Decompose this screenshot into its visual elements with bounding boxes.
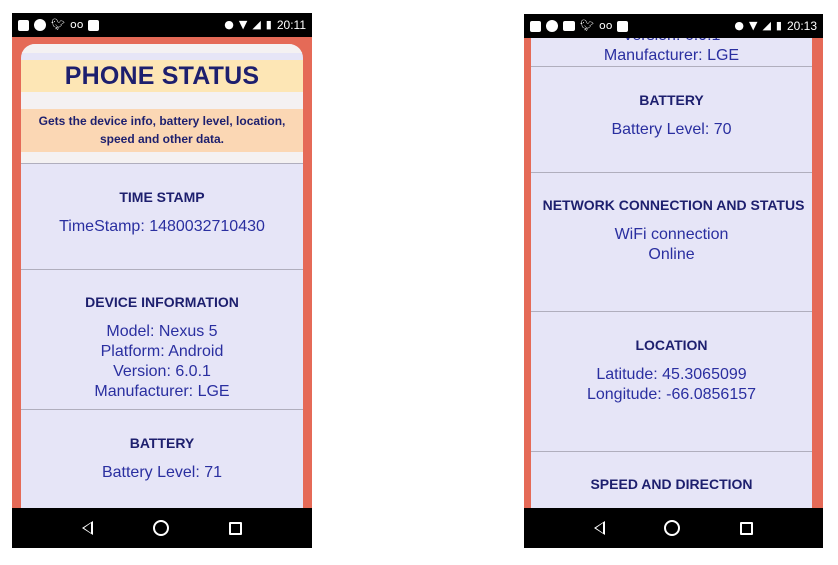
device-section-partial: Version: 6.0.1 Manufacturer: LGE xyxy=(531,38,812,66)
screen: Version: 6.0.1 Manufacturer: LGE BATTERY… xyxy=(524,38,823,508)
signal-icon: ◢ xyxy=(762,19,771,32)
image-icon xyxy=(563,21,575,31)
phone-left: 🐦︎ oo ● ▼ ◢ ▮ 20:11 PHONE STATUS Gets th… xyxy=(12,13,312,548)
battery-section: BATTERY Battery Level: 71 xyxy=(21,409,303,508)
battery-icon: ▮ xyxy=(775,19,782,32)
timestamp-section: TIME STAMP TimeStamp: 1480032710430 xyxy=(21,163,303,269)
navigation-bar xyxy=(524,508,823,548)
section-title: SPEED AND DIRECTION xyxy=(590,476,753,492)
network-section: NETWORK CONNECTION AND STATUS WiFi conne… xyxy=(531,172,812,311)
battery-icon: ▮ xyxy=(265,18,272,31)
device-manufacturer: Manufacturer: LGE xyxy=(94,383,230,400)
latitude-value: Latitude: 45.3065099 xyxy=(596,366,747,383)
device-version: Version: 6.0.1 xyxy=(531,38,812,46)
battery-level: Battery Level: 70 xyxy=(611,121,732,138)
facebook-icon xyxy=(530,20,541,32)
status-time: 20:13 xyxy=(786,19,817,33)
messenger-icon xyxy=(546,20,558,32)
back-icon[interactable] xyxy=(593,521,605,535)
location-icon: ● xyxy=(224,18,234,31)
title-bar: PHONE STATUS xyxy=(21,60,303,92)
section-title: TIME STAMP xyxy=(119,189,205,205)
page-title: PHONE STATUS xyxy=(64,61,260,90)
recent-apps-icon[interactable] xyxy=(229,521,242,535)
location-section: LOCATION Latitude: 45.3065099 Longitude:… xyxy=(531,311,812,451)
battery-level: Battery Level: 71 xyxy=(101,464,223,481)
subtitle-bar: Gets the device info, battery level, loc… xyxy=(21,109,303,152)
section-title: BATTERY xyxy=(639,92,704,108)
camera-icon xyxy=(88,19,100,31)
signal-icon: ◢ xyxy=(252,18,261,31)
home-icon[interactable] xyxy=(664,520,681,536)
voicemail-icon: oo xyxy=(69,18,84,31)
section-title: BATTERY xyxy=(129,435,195,451)
facebook-icon xyxy=(18,19,29,31)
navigation-bar xyxy=(12,508,312,548)
messenger-icon xyxy=(34,19,46,31)
section-title: NETWORK CONNECTION AND STATUS xyxy=(542,197,805,213)
location-icon: ● xyxy=(734,19,744,32)
screen: PHONE STATUS Gets the device info, batte… xyxy=(12,37,312,508)
status-bar: 🐦︎ oo ● ▼ ◢ ▮ 20:11 xyxy=(12,13,312,37)
page-subtitle: Gets the device info, battery level, loc… xyxy=(38,114,286,146)
longitude-value: Longitude: -66.0856157 xyxy=(586,386,757,403)
twitter-icon: 🐦︎ xyxy=(51,18,65,31)
status-bar: 🐦︎ oo ● ▼ ◢ ▮ 20:13 xyxy=(524,14,823,38)
camera-icon xyxy=(617,20,629,32)
section-title: DEVICE INFORMATION xyxy=(85,294,239,310)
twitter-icon: 🐦︎ xyxy=(580,19,594,32)
device-model: Model: Nexus 5 xyxy=(106,323,218,340)
recent-apps-icon[interactable] xyxy=(740,521,754,535)
network-type: WiFi connection xyxy=(614,226,729,243)
app-content[interactable]: PHONE STATUS Gets the device info, batte… xyxy=(21,44,303,508)
home-icon[interactable] xyxy=(153,520,169,536)
voicemail-icon: oo xyxy=(598,19,613,32)
device-section: DEVICE INFORMATION Model: Nexus 5 Platfo… xyxy=(21,269,303,409)
app-content[interactable]: Version: 6.0.1 Manufacturer: LGE BATTERY… xyxy=(531,38,812,508)
battery-section: BATTERY Battery Level: 70 xyxy=(531,66,812,172)
back-icon[interactable] xyxy=(82,521,93,535)
status-time: 20:11 xyxy=(276,18,306,32)
timestamp-value: TimeStamp: 1480032710430 xyxy=(59,218,265,235)
network-status: Online xyxy=(648,246,695,263)
speed-section: SPEED AND DIRECTION xyxy=(531,451,812,508)
device-manufacturer: Manufacturer: LGE xyxy=(603,47,740,64)
device-platform: Platform: Android xyxy=(100,343,224,360)
wifi-icon: ▼ xyxy=(238,18,248,31)
device-version: Version: 6.0.1 xyxy=(113,363,211,380)
phone-right: 🐦︎ oo ● ▼ ◢ ▮ 20:13 Version: 6.0.1 Manuf… xyxy=(524,14,823,548)
wifi-icon: ▼ xyxy=(748,19,758,32)
section-title: LOCATION xyxy=(635,337,708,353)
